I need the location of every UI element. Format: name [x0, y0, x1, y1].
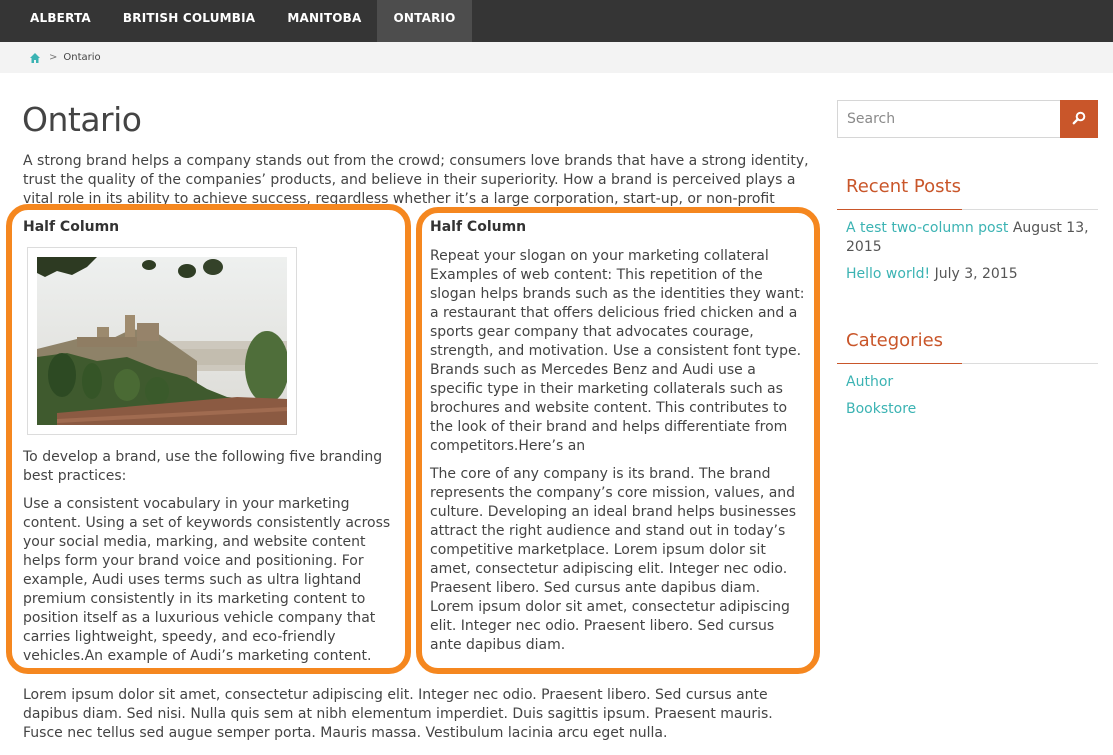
nav-item-alberta[interactable]: ALBERTA — [0, 0, 107, 42]
breadcrumb: > Ontario — [0, 42, 1113, 73]
breadcrumb-separator: > — [49, 52, 58, 63]
nav-item-manitoba[interactable]: MANITOBA — [271, 0, 377, 42]
search-widget — [837, 100, 1098, 138]
category-link-author[interactable]: Author — [846, 373, 1096, 392]
categories-list: Author Bookstore — [846, 373, 1096, 427]
highlight-box-left — [6, 204, 411, 674]
categories-divider — [837, 363, 1098, 364]
highlight-box-right — [416, 207, 820, 674]
search-button[interactable] — [1060, 100, 1098, 138]
recent-posts-title: Recent Posts — [846, 176, 961, 197]
nav-item-british-columbia[interactable]: BRITISH COLUMBIA — [107, 0, 271, 42]
post-link[interactable]: A test two-column post — [846, 220, 1008, 236]
search-icon — [1072, 111, 1086, 128]
nav-item-ontario[interactable]: ONTARIO — [377, 0, 472, 42]
recent-posts-list: A test two-column post August 13, 2015 H… — [846, 219, 1096, 292]
page-title: Ontario — [22, 100, 142, 139]
categories-title: Categories — [846, 330, 944, 351]
category-link-bookstore[interactable]: Bookstore — [846, 400, 1096, 419]
post-link[interactable]: Hello world! — [846, 266, 930, 282]
breadcrumb-current: Ontario — [63, 52, 101, 63]
list-item: Hello world! July 3, 2015 — [846, 265, 1096, 284]
outro-paragraph: Lorem ipsum dolor sit amet, consectetur … — [23, 687, 773, 741]
list-item: A test two-column post August 13, 2015 — [846, 219, 1096, 257]
intro-paragraph: A strong brand helps a company stands ou… — [23, 153, 809, 207]
search-input[interactable] — [837, 100, 1060, 138]
recent-posts-divider — [837, 209, 1098, 210]
post-date: July 3, 2015 — [934, 266, 1018, 282]
top-nav: ALBERTA BRITISH COLUMBIA MANITOBA ONTARI… — [0, 0, 1113, 42]
home-icon[interactable] — [29, 52, 41, 64]
